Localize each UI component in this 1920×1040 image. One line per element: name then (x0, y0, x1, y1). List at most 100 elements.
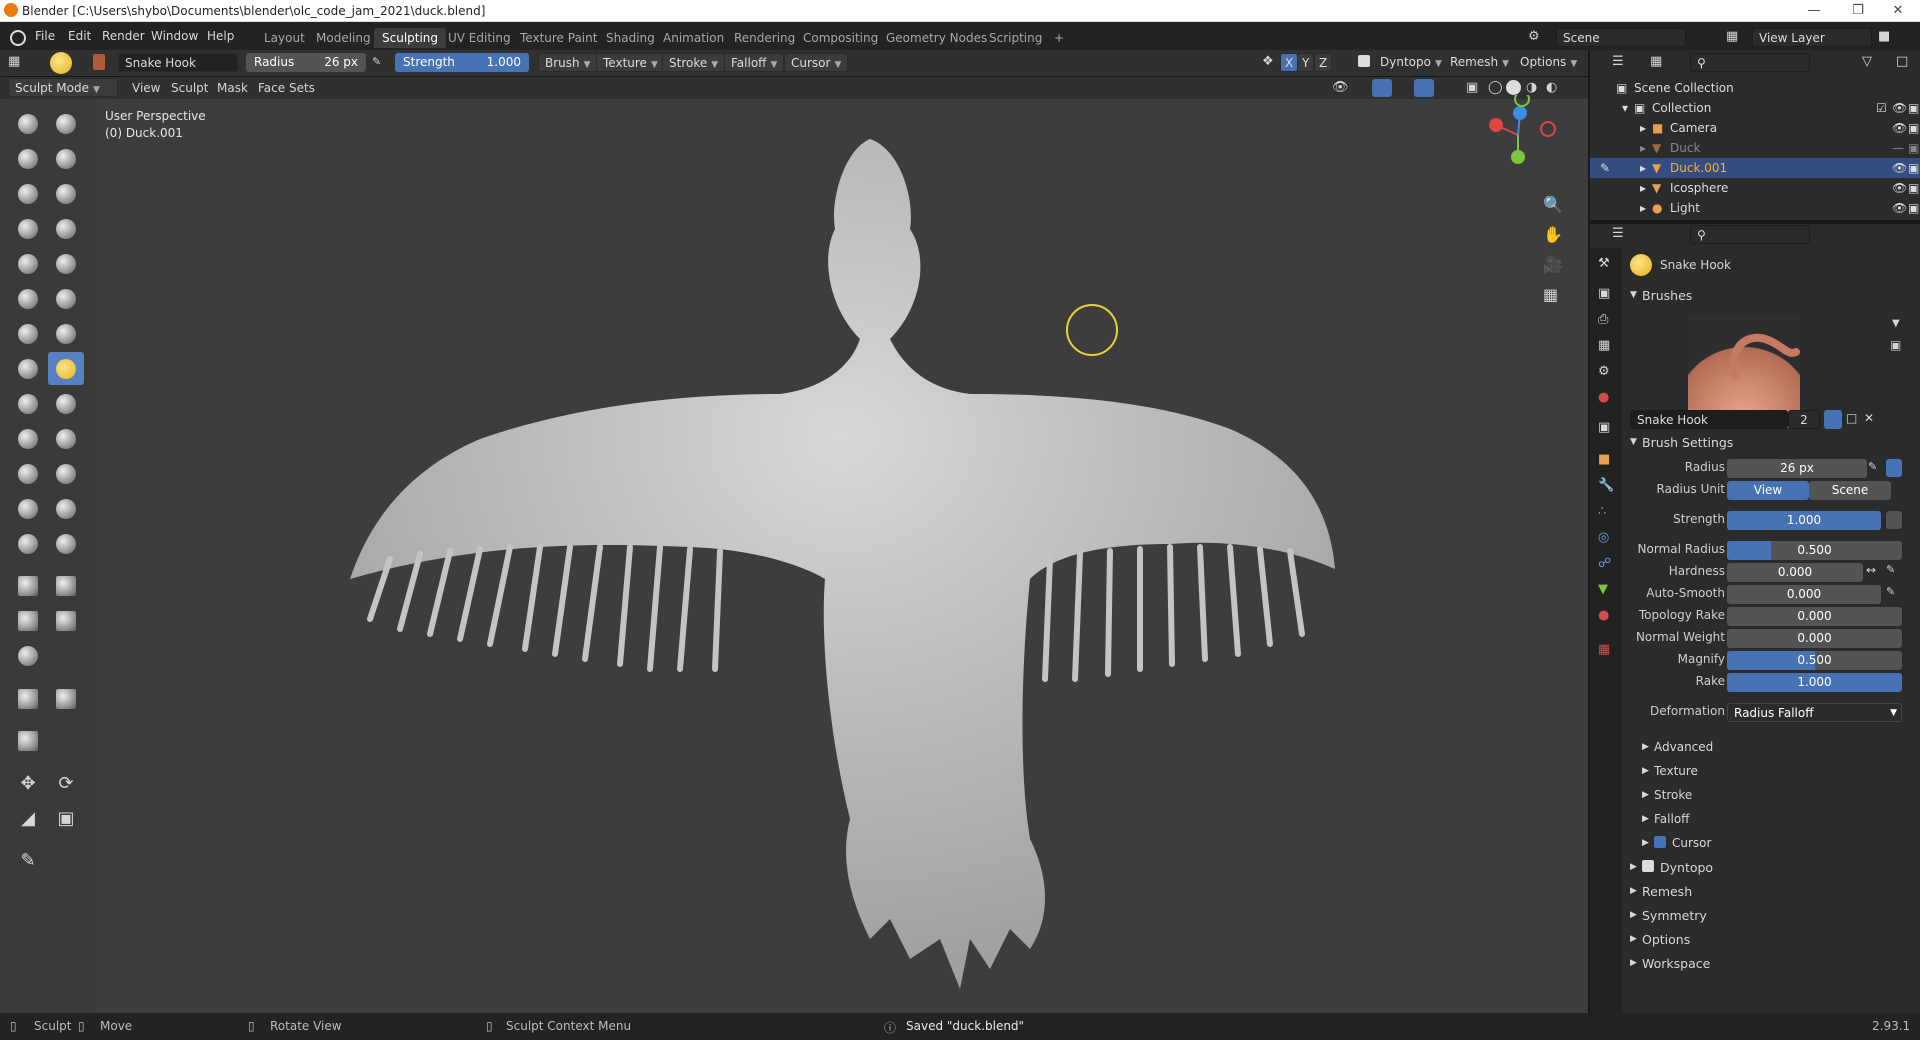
brush-name-input[interactable]: Snake Hook (1630, 410, 1788, 429)
normal-weight-field[interactable]: 0.000 (1727, 629, 1902, 648)
overlay-toggle-icon[interactable] (1414, 79, 1434, 97)
tool-mask[interactable] (10, 527, 46, 560)
strength-slider[interactable]: Strength 1.000 (395, 53, 529, 72)
camera-render-icon[interactable]: ▣ (1908, 158, 1919, 178)
tool-transform[interactable]: ▣ (48, 802, 84, 835)
menu-window[interactable]: Window (151, 29, 198, 43)
chevron-right-icon[interactable]: ▶ (1642, 790, 1649, 800)
tool-tab-icon[interactable]: ⚒ (1598, 256, 1610, 271)
tab-uv-editing[interactable]: UV Editing (440, 28, 519, 48)
advanced-subpanel[interactable]: Advanced (1654, 740, 1713, 754)
tool-inflate[interactable] (48, 177, 84, 210)
tool-scale[interactable]: ◢ (10, 802, 46, 835)
tab-shading[interactable]: Shading (598, 28, 663, 48)
radius-unit-view-button[interactable]: View (1727, 481, 1809, 500)
brush-settings-panel-header[interactable]: Brush Settings (1642, 435, 1733, 450)
dyntopo-panel[interactable]: Dyntopo (1660, 860, 1713, 875)
tool-rotate-transform[interactable]: ⟳ (48, 767, 84, 800)
ortho-grid-icon[interactable]: ▦ (1543, 285, 1558, 304)
particles-tab-icon[interactable]: ∴ (1598, 504, 1606, 519)
normal-radius-field[interactable]: 0.500 (1727, 541, 1902, 560)
chevron-down-icon[interactable]: ▼ (1892, 318, 1900, 329)
properties-editor-icon[interactable]: ☰ (1612, 226, 1624, 241)
brushes-panel-header[interactable]: Brushes (1642, 288, 1692, 303)
brush-users-count[interactable]: 2 (1788, 410, 1820, 429)
radius-pressure-icon[interactable]: ✎ (1868, 460, 1877, 473)
fake-user-shield-icon[interactable] (1824, 410, 1842, 429)
tool-slide-relax[interactable] (10, 457, 46, 490)
tool-box-trim[interactable] (48, 604, 84, 637)
data-tab-icon[interactable]: ▼ (1598, 582, 1608, 597)
menu-mask[interactable]: Mask (217, 81, 248, 95)
cursor-subpanel[interactable]: Cursor (1672, 836, 1711, 850)
tool-draw-face-sets[interactable] (48, 527, 84, 560)
chevron-right-icon[interactable]: ▶ (1630, 934, 1637, 944)
tool-pose[interactable] (48, 387, 84, 420)
symmetry-panel[interactable]: Symmetry (1642, 908, 1707, 923)
snake-hook-brush-icon[interactable] (50, 52, 72, 74)
menu-file[interactable]: File (35, 29, 55, 43)
dyntopo-checkbox[interactable] (1358, 55, 1370, 67)
invert-hardness-icon[interactable]: ↔ (1866, 563, 1876, 577)
unlink-brush-icon[interactable]: ✕ (1864, 411, 1874, 425)
tool-box-hide[interactable] (48, 569, 84, 602)
camera-view-icon[interactable]: 🎥 (1543, 255, 1563, 274)
blender-menu-icon[interactable] (10, 30, 26, 46)
hardness-field[interactable]: 0.000 (1727, 563, 1863, 582)
scene-icon[interactable]: ⚙ (1528, 29, 1540, 44)
rendered-shading-icon[interactable]: ◐ (1546, 80, 1557, 95)
add-workspace-button[interactable]: + (1046, 28, 1072, 48)
xray-icon[interactable]: ▣ (1466, 80, 1478, 95)
collection-tab-icon[interactable]: ▣ (1598, 420, 1610, 435)
cursor-checkbox[interactable] (1654, 836, 1666, 848)
chevron-down-icon[interactable]: ▼ (1630, 437, 1637, 447)
rake-field[interactable]: 1.000 (1727, 673, 1902, 692)
texture-subpanel[interactable]: Texture (1654, 764, 1698, 778)
deformation-dropdown[interactable]: Radius Falloff ▼ (1727, 703, 1902, 722)
outliner-editor-icon[interactable]: ☰ (1612, 54, 1624, 69)
brush-dropdown[interactable]: Brush ▼ (538, 53, 598, 72)
tool-simplify[interactable] (48, 492, 84, 525)
scene-selector[interactable]: Scene (1556, 28, 1686, 47)
tool-smooth[interactable] (10, 247, 46, 280)
tool-clay-strips[interactable] (48, 142, 84, 175)
tab-sculpting[interactable]: Sculpting (374, 28, 447, 48)
eye-icon[interactable]: 👁 (1892, 98, 1907, 118)
tool-cloth[interactable] (10, 492, 46, 525)
solid-shading-icon[interactable] (1506, 80, 1521, 95)
close-button[interactable]: ✕ (1876, 0, 1920, 22)
camera-render-icon[interactable]: ▣ (1908, 198, 1919, 218)
menu-render[interactable]: Render (102, 29, 145, 43)
tool-scrape[interactable] (48, 282, 84, 315)
tab-rendering[interactable]: Rendering (726, 28, 803, 48)
texture-dropdown[interactable]: Texture ▼ (596, 53, 665, 72)
tool-fill[interactable] (10, 282, 46, 315)
chevron-right-icon[interactable]: ▶ (1642, 766, 1649, 776)
outliner-search-input[interactable]: ⚲ (1690, 53, 1810, 72)
cursor-dropdown[interactable]: Cursor ▼ (784, 53, 849, 72)
chevron-down-icon[interactable]: ▼ (1630, 290, 1637, 300)
tool-mesh-filter[interactable] (10, 682, 46, 715)
tool-move[interactable]: ✥ (10, 767, 46, 800)
falloff-subpanel[interactable]: Falloff (1654, 812, 1689, 826)
strength-pressure-icon[interactable] (1886, 511, 1902, 529)
radius-field[interactable]: 26 px (1727, 459, 1867, 478)
tool-rotate[interactable] (48, 422, 84, 455)
camera-render-icon[interactable]: ▣ (1908, 138, 1919, 158)
symmetry-y-toggle[interactable]: Y (1297, 53, 1315, 72)
radius-slider[interactable]: Radius 26 px (246, 53, 366, 72)
output-tab-icon[interactable]: ⎙ (1598, 312, 1608, 327)
options-panel[interactable]: Options (1642, 932, 1690, 947)
radius-pressure-toggle-icon[interactable] (1886, 459, 1902, 477)
brush-name-field[interactable]: Snake Hook (118, 53, 238, 72)
tab-geometry-nodes[interactable]: Geometry Nodes (878, 28, 995, 48)
tool-box-face-set[interactable] (10, 604, 46, 637)
tool-pinch[interactable] (48, 317, 84, 350)
chevron-right-icon[interactable]: ▶ (1642, 838, 1649, 848)
tab-layout[interactable]: Layout (256, 28, 313, 48)
properties-search-input[interactable]: ⚲ (1690, 225, 1810, 244)
outliner-row-light[interactable]: ▸ ● Light 👁 ▣ (1590, 198, 1920, 218)
tool-nudge[interactable] (10, 422, 46, 455)
outliner-row-scene-collection[interactable]: ▣ Scene Collection (1590, 78, 1920, 98)
chevron-right-icon[interactable]: ▶ (1630, 958, 1637, 968)
